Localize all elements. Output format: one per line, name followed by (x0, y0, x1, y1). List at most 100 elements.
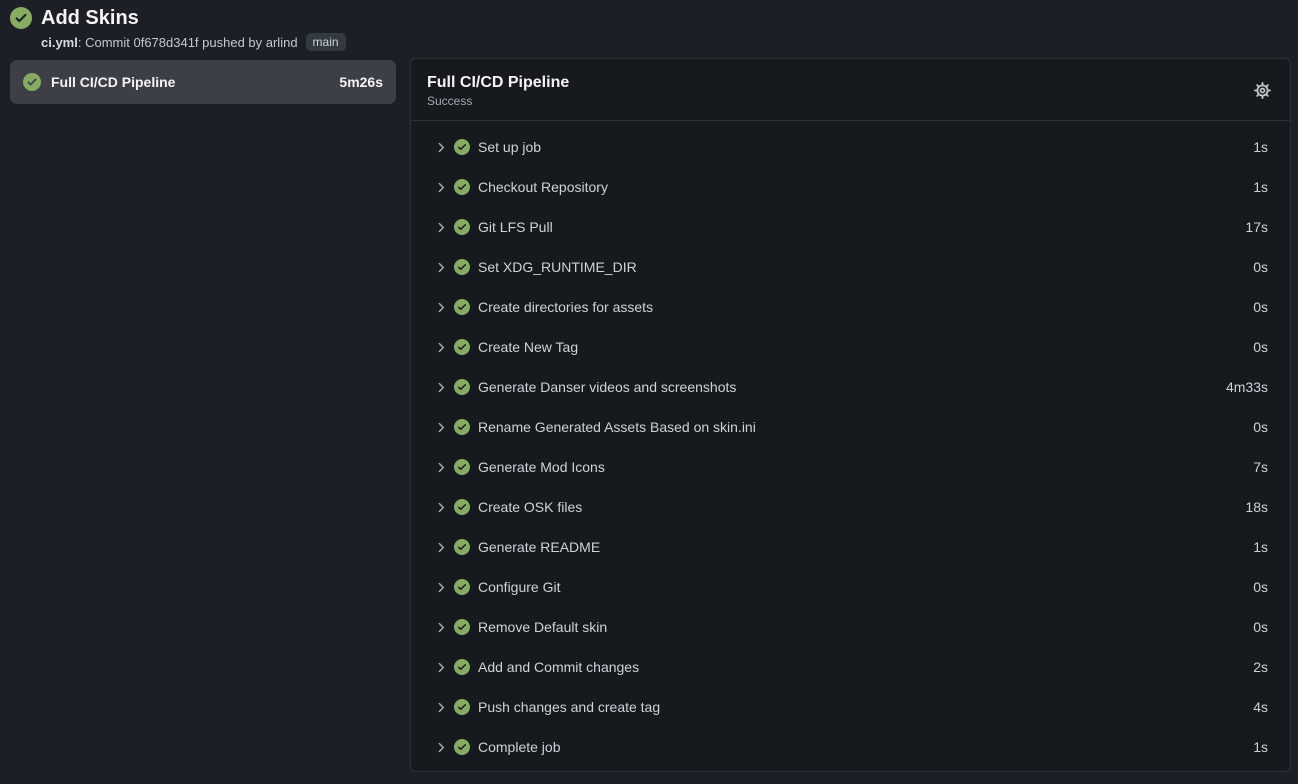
chevron-right-icon[interactable] (433, 540, 448, 555)
step-duration: 0s (1253, 339, 1268, 355)
step-duration: 1s (1253, 739, 1268, 755)
chevron-right-icon[interactable] (433, 260, 448, 275)
step-name: Rename Generated Assets Based on skin.in… (478, 419, 1253, 435)
step-row[interactable]: Create directories for assets 0s (411, 287, 1290, 327)
step-row[interactable]: Configure Git 0s (411, 567, 1290, 607)
chevron-right-icon[interactable] (433, 740, 448, 755)
chevron-right-icon[interactable] (433, 700, 448, 715)
step-row[interactable]: Generate README 1s (411, 527, 1290, 567)
step-duration: 2s (1253, 659, 1268, 675)
sidebar-job-item[interactable]: Full CI/CD Pipeline 5m26s (10, 60, 396, 104)
step-success-check-circle-icon (454, 739, 470, 755)
run-title-row: Add Skins (10, 5, 1291, 31)
step-success-check-circle-icon (454, 539, 470, 555)
step-success-check-circle-icon (454, 299, 470, 315)
step-duration: 1s (1253, 139, 1268, 155)
step-duration: 1s (1253, 179, 1268, 195)
chevron-right-icon[interactable] (433, 580, 448, 595)
step-success-check-circle-icon (454, 659, 470, 675)
job-panel-header: Full CI/CD Pipeline Success (411, 59, 1290, 121)
step-duration: 17s (1245, 219, 1268, 235)
step-row[interactable]: Push changes and create tag 4s (411, 687, 1290, 727)
step-success-check-circle-icon (454, 379, 470, 395)
step-name: Push changes and create tag (478, 699, 1253, 715)
step-duration: 0s (1253, 299, 1268, 315)
step-success-check-circle-icon (454, 219, 470, 235)
step-success-check-circle-icon (454, 179, 470, 195)
workflow-file-link[interactable]: ci.yml (41, 35, 78, 50)
branch-badge[interactable]: main (306, 33, 346, 51)
step-name: Checkout Repository (478, 179, 1253, 195)
chevron-right-icon[interactable] (433, 340, 448, 355)
actions-run-page: Add Skins ci.yml: Commit 0f678d341f push… (0, 0, 1298, 772)
run-success-check-circle-icon (10, 7, 32, 29)
step-name: Git LFS Pull (478, 219, 1245, 235)
step-duration: 0s (1253, 419, 1268, 435)
step-row[interactable]: Set up job 1s (411, 127, 1290, 167)
step-name: Set up job (478, 139, 1253, 155)
job-duration: 5m26s (339, 74, 383, 90)
step-row[interactable]: Checkout Repository 1s (411, 167, 1290, 207)
chevron-right-icon[interactable] (433, 180, 448, 195)
run-content: Full CI/CD Pipeline 5m26s Full CI/CD Pip… (10, 58, 1291, 772)
step-name: Create New Tag (478, 339, 1253, 355)
step-name: Configure Git (478, 579, 1253, 595)
step-name: Remove Default skin (478, 619, 1253, 635)
step-name: Add and Commit changes (478, 659, 1253, 675)
step-duration: 18s (1245, 499, 1268, 515)
step-name: Generate README (478, 539, 1253, 555)
step-name: Set XDG_RUNTIME_DIR (478, 259, 1253, 275)
step-duration: 4m33s (1226, 379, 1268, 395)
chevron-right-icon[interactable] (433, 500, 448, 515)
step-row[interactable]: Set XDG_RUNTIME_DIR 0s (411, 247, 1290, 287)
gear-icon[interactable] (1251, 79, 1274, 102)
step-success-check-circle-icon (454, 259, 470, 275)
step-row[interactable]: Generate Danser videos and screenshots 4… (411, 367, 1290, 407)
step-name: Create OSK files (478, 499, 1245, 515)
step-row[interactable]: Add and Commit changes 2s (411, 647, 1290, 687)
step-row[interactable]: Create New Tag 0s (411, 327, 1290, 367)
step-duration: 0s (1253, 579, 1268, 595)
chevron-right-icon[interactable] (433, 620, 448, 635)
job-name: Full CI/CD Pipeline (51, 74, 329, 90)
step-row[interactable]: Git LFS Pull 17s (411, 207, 1290, 247)
step-name: Generate Mod Icons (478, 459, 1253, 475)
step-success-check-circle-icon (454, 619, 470, 635)
job-success-check-circle-icon (23, 73, 41, 91)
step-duration: 1s (1253, 539, 1268, 555)
step-row[interactable]: Complete job 1s (411, 727, 1290, 767)
chevron-right-icon[interactable] (433, 220, 448, 235)
step-success-check-circle-icon (454, 139, 470, 155)
run-title: Add Skins (41, 5, 139, 31)
commit-info: ci.yml: Commit 0f678d341f pushed by arli… (41, 33, 1291, 51)
commit-text: : Commit 0f678d341f pushed by arlind (78, 35, 298, 50)
chevron-right-icon[interactable] (433, 460, 448, 475)
step-name: Create directories for assets (478, 299, 1253, 315)
step-name: Generate Danser videos and screenshots (478, 379, 1226, 395)
run-header: Add Skins ci.yml: Commit 0f678d341f push… (10, 5, 1291, 51)
step-row[interactable]: Generate Mod Icons 7s (411, 447, 1290, 487)
chevron-right-icon[interactable] (433, 300, 448, 315)
job-status-text: Success (427, 94, 569, 109)
jobs-sidebar: Full CI/CD Pipeline 5m26s (10, 58, 396, 104)
step-success-check-circle-icon (454, 459, 470, 475)
step-duration: 7s (1253, 459, 1268, 475)
job-detail-panel: Full CI/CD Pipeline Success (410, 58, 1291, 772)
step-duration: 0s (1253, 619, 1268, 635)
step-duration: 0s (1253, 259, 1268, 275)
step-success-check-circle-icon (454, 579, 470, 595)
step-row[interactable]: Create OSK files 18s (411, 487, 1290, 527)
job-title: Full CI/CD Pipeline (427, 72, 569, 93)
step-success-check-circle-icon (454, 699, 470, 715)
chevron-right-icon[interactable] (433, 140, 448, 155)
chevron-right-icon[interactable] (433, 420, 448, 435)
steps-list: Set up job 1s Checkout Repository 1s G (411, 121, 1290, 771)
step-duration: 4s (1253, 699, 1268, 715)
step-name: Complete job (478, 739, 1253, 755)
chevron-right-icon[interactable] (433, 380, 448, 395)
step-success-check-circle-icon (454, 339, 470, 355)
chevron-right-icon[interactable] (433, 660, 448, 675)
step-success-check-circle-icon (454, 499, 470, 515)
step-row[interactable]: Rename Generated Assets Based on skin.in… (411, 407, 1290, 447)
step-row[interactable]: Remove Default skin 0s (411, 607, 1290, 647)
